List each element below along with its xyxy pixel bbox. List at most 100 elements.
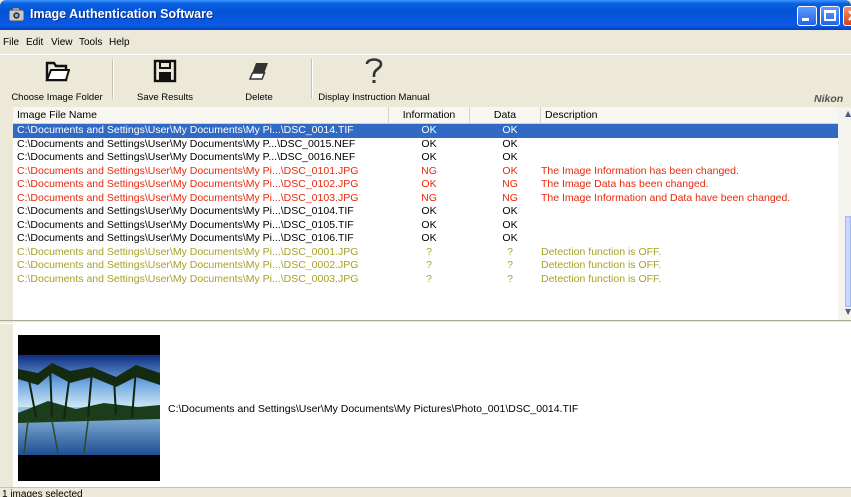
save-results-label: Save Results (137, 92, 193, 103)
preview-file-path: C:\Documents and Settings\User\My Docume… (168, 403, 579, 415)
app-icon (9, 8, 24, 21)
description-cell: Detection function is OFF. (541, 259, 662, 271)
information-cell: OK (421, 218, 437, 231)
choose-image-folder-label: Choose Image Folder (11, 92, 103, 103)
file-name-cell: C:\Documents and Settings\User\My Docume… (17, 124, 354, 136)
column-header-information[interactable]: Information (389, 107, 470, 123)
description-cell: Detection function is OFF. (541, 245, 662, 258)
list-rows: C:\Documents and Settings\User\My Docume… (13, 124, 838, 286)
data-cell: OK (502, 205, 518, 217)
data-cell: OK (502, 124, 518, 136)
maximize-button[interactable] (820, 6, 840, 26)
file-name-cell: C:\Documents and Settings\User\My Docume… (17, 178, 359, 190)
table-row[interactable]: C:\Documents and Settings\User\My Docume… (13, 259, 838, 273)
table-row[interactable]: C:\Documents and Settings\User\My Docume… (13, 124, 838, 138)
table-row[interactable]: C:\Documents and Settings\User\My Docume… (13, 151, 838, 165)
maximize-icon (824, 10, 836, 21)
list-header: Image File Name Information Data Descrip… (13, 107, 838, 124)
data-cell: NG (502, 191, 518, 204)
table-row[interactable]: C:\Documents and Settings\User\My Docume… (13, 192, 838, 206)
description-cell: The Image Information and Data have been… (541, 191, 791, 204)
file-name-cell: C:\Documents and Settings\User\My Docume… (17, 205, 354, 217)
table-row[interactable]: C:\Documents and Settings\User\My Docume… (13, 232, 838, 246)
data-cell: ? (507, 272, 513, 285)
scrollbar-thumb[interactable] (845, 216, 851, 307)
choose-image-folder-button[interactable]: Choose Image Folder (11, 55, 103, 103)
window-title: Image Authentication Software (30, 7, 213, 21)
column-header-description[interactable]: Description (541, 107, 838, 123)
information-cell: OK (421, 151, 437, 163)
minimize-button[interactable] (797, 6, 817, 26)
brand-logo: Nikon (814, 93, 844, 105)
column-header-data[interactable]: Data (470, 107, 541, 123)
information-cell: OK (421, 205, 437, 217)
table-row[interactable]: C:\Documents and Settings\User\My Docume… (13, 165, 838, 179)
table-row[interactable]: C:\Documents and Settings\User\My Docume… (13, 205, 838, 219)
data-cell: OK (502, 137, 518, 150)
data-cell: OK (502, 164, 518, 177)
toolbar-separator (311, 59, 313, 99)
file-name-cell: C:\Documents and Settings\User\My Docume… (17, 272, 359, 285)
delete-label: Delete (245, 92, 273, 103)
table-row[interactable]: C:\Documents and Settings\User\My Docume… (13, 219, 838, 233)
file-name-cell: C:\Documents and Settings\User\My Docume… (17, 191, 359, 204)
file-name-cell: C:\Documents and Settings\User\My Docume… (17, 164, 359, 177)
save-results-button[interactable]: Save Results (126, 55, 204, 103)
information-cell: OK (421, 137, 437, 150)
column-header-file-name[interactable]: Image File Name (13, 107, 389, 123)
toolbar: Choose Image Folder Save Results Delete (0, 54, 851, 104)
table-row[interactable]: C:\Documents and Settings\User\My Docume… (13, 178, 838, 192)
file-list[interactable]: Image File Name Information Data Descrip… (13, 107, 838, 320)
file-name-cell: C:\Documents and Settings\User\My Docume… (17, 218, 354, 231)
save-icon (153, 59, 177, 83)
menu-file[interactable]: File (3, 37, 19, 48)
thumbnail-photo (18, 335, 160, 481)
file-name-cell: C:\Documents and Settings\User\My Docume… (17, 137, 356, 150)
information-cell: NG (421, 164, 437, 177)
app-window: Image Authentication Software File Edit … (0, 0, 851, 497)
data-cell: OK (502, 232, 518, 244)
file-name-cell: C:\Documents and Settings\User\My Docume… (17, 232, 354, 244)
menu-tools[interactable]: Tools (79, 37, 102, 48)
information-cell: ? (426, 245, 432, 258)
information-cell: ? (426, 259, 432, 271)
information-cell: OK (421, 124, 437, 136)
minimize-icon (802, 18, 809, 21)
title-bar[interactable]: Image Authentication Software (0, 0, 851, 30)
table-row[interactable]: C:\Documents and Settings\User\My Docume… (13, 138, 838, 152)
menu-help[interactable]: Help (109, 37, 130, 48)
description-cell: The Image Data has been changed. (541, 178, 709, 190)
image-thumbnail[interactable] (18, 335, 160, 481)
delete-button[interactable]: Delete (228, 55, 290, 103)
data-cell: ? (507, 259, 513, 271)
menu-edit[interactable]: Edit (26, 37, 43, 48)
data-cell: OK (502, 151, 518, 163)
file-name-cell: C:\Documents and Settings\User\My Docume… (17, 245, 359, 258)
menu-bar: File Edit View Tools Help (0, 36, 851, 52)
file-name-cell: C:\Documents and Settings\User\My Docume… (17, 151, 356, 163)
file-name-cell: C:\Documents and Settings\User\My Docume… (17, 259, 359, 271)
information-cell: OK (421, 178, 437, 190)
information-cell: NG (421, 191, 437, 204)
eraser-icon (248, 63, 268, 80)
information-cell: OK (421, 232, 437, 244)
folder-icon (45, 61, 70, 82)
status-text: 1 images selected (2, 489, 83, 497)
description-cell: Detection function is OFF. (541, 272, 662, 285)
description-cell: The Image Information has been changed. (541, 164, 739, 177)
scroll-up-icon[interactable]: ▲ (845, 109, 851, 118)
scroll-down-icon[interactable]: ▼ (845, 307, 851, 316)
data-cell: ? (507, 245, 513, 258)
information-cell: ? (426, 272, 432, 285)
display-instruction-manual-label: Display Instruction Manual (318, 92, 430, 103)
toolbar-separator (112, 59, 114, 99)
table-row[interactable]: C:\Documents and Settings\User\My Docume… (13, 273, 838, 287)
data-cell: NG (502, 178, 518, 190)
status-bar: 1 images selected (0, 487, 851, 497)
table-row[interactable]: C:\Documents and Settings\User\My Docume… (13, 246, 838, 260)
close-button[interactable] (843, 6, 851, 26)
close-icon (848, 10, 851, 21)
data-cell: OK (502, 218, 518, 231)
menu-view[interactable]: View (51, 37, 73, 48)
display-instruction-manual-button[interactable]: Display Instruction Manual (316, 55, 432, 103)
